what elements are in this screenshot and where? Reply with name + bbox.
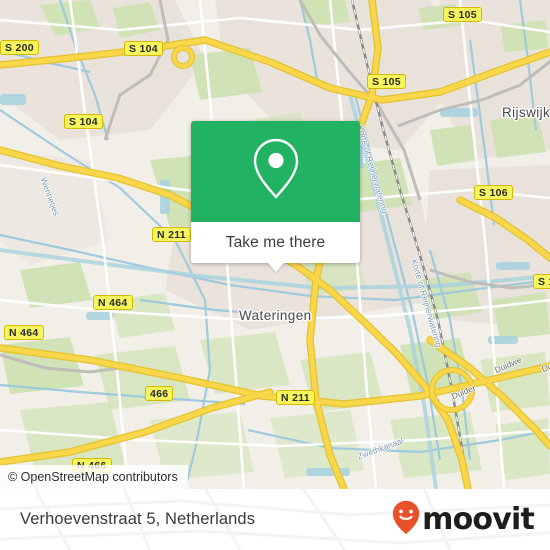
take-me-there-label: Take me there bbox=[225, 233, 326, 251]
popup-footer[interactable]: Take me there bbox=[191, 222, 360, 272]
road-shield: 466 bbox=[145, 386, 174, 401]
road-shield: N 211 bbox=[152, 227, 191, 242]
map-page: S 200 S 104 S 104 S 105 S 105 S 106 S 1 … bbox=[0, 0, 550, 550]
address-label: Verhoevenstraat 5, Netherlands bbox=[20, 510, 256, 528]
road-shield: S 106 bbox=[474, 185, 513, 200]
location-popup-card[interactable]: Take me there bbox=[191, 121, 360, 272]
road-shield: N 464 bbox=[4, 325, 44, 340]
road-shield: S 104 bbox=[64, 114, 103, 129]
road-shield: S 105 bbox=[443, 7, 482, 22]
road-shield: S 105 bbox=[367, 74, 406, 89]
place-label-wateringen: Wateringen bbox=[239, 308, 312, 323]
map-pin-icon bbox=[249, 136, 303, 207]
popup-tail bbox=[266, 262, 285, 272]
place-label-rijswijk: Rijswijk bbox=[502, 105, 550, 120]
road-shield: N 211 bbox=[276, 390, 315, 405]
road-shield: S 1 bbox=[533, 274, 550, 289]
moovit-logo[interactable]: moovit bbox=[392, 500, 535, 540]
road-shield: S 200 bbox=[0, 40, 39, 55]
moovit-wordmark: moovit bbox=[422, 501, 535, 537]
osm-attribution[interactable]: © OpenStreetMap contributors bbox=[0, 465, 188, 489]
map-viewport[interactable]: S 200 S 104 S 104 S 105 S 105 S 106 S 1 … bbox=[0, 0, 550, 489]
moovit-smiling-pin-icon bbox=[392, 500, 420, 540]
road-shield: N 464 bbox=[93, 295, 133, 310]
footer-bar: Verhoevenstraat 5, Netherlands moovit bbox=[0, 489, 550, 550]
popup-header bbox=[191, 121, 360, 222]
road-shield: S 104 bbox=[124, 41, 163, 56]
